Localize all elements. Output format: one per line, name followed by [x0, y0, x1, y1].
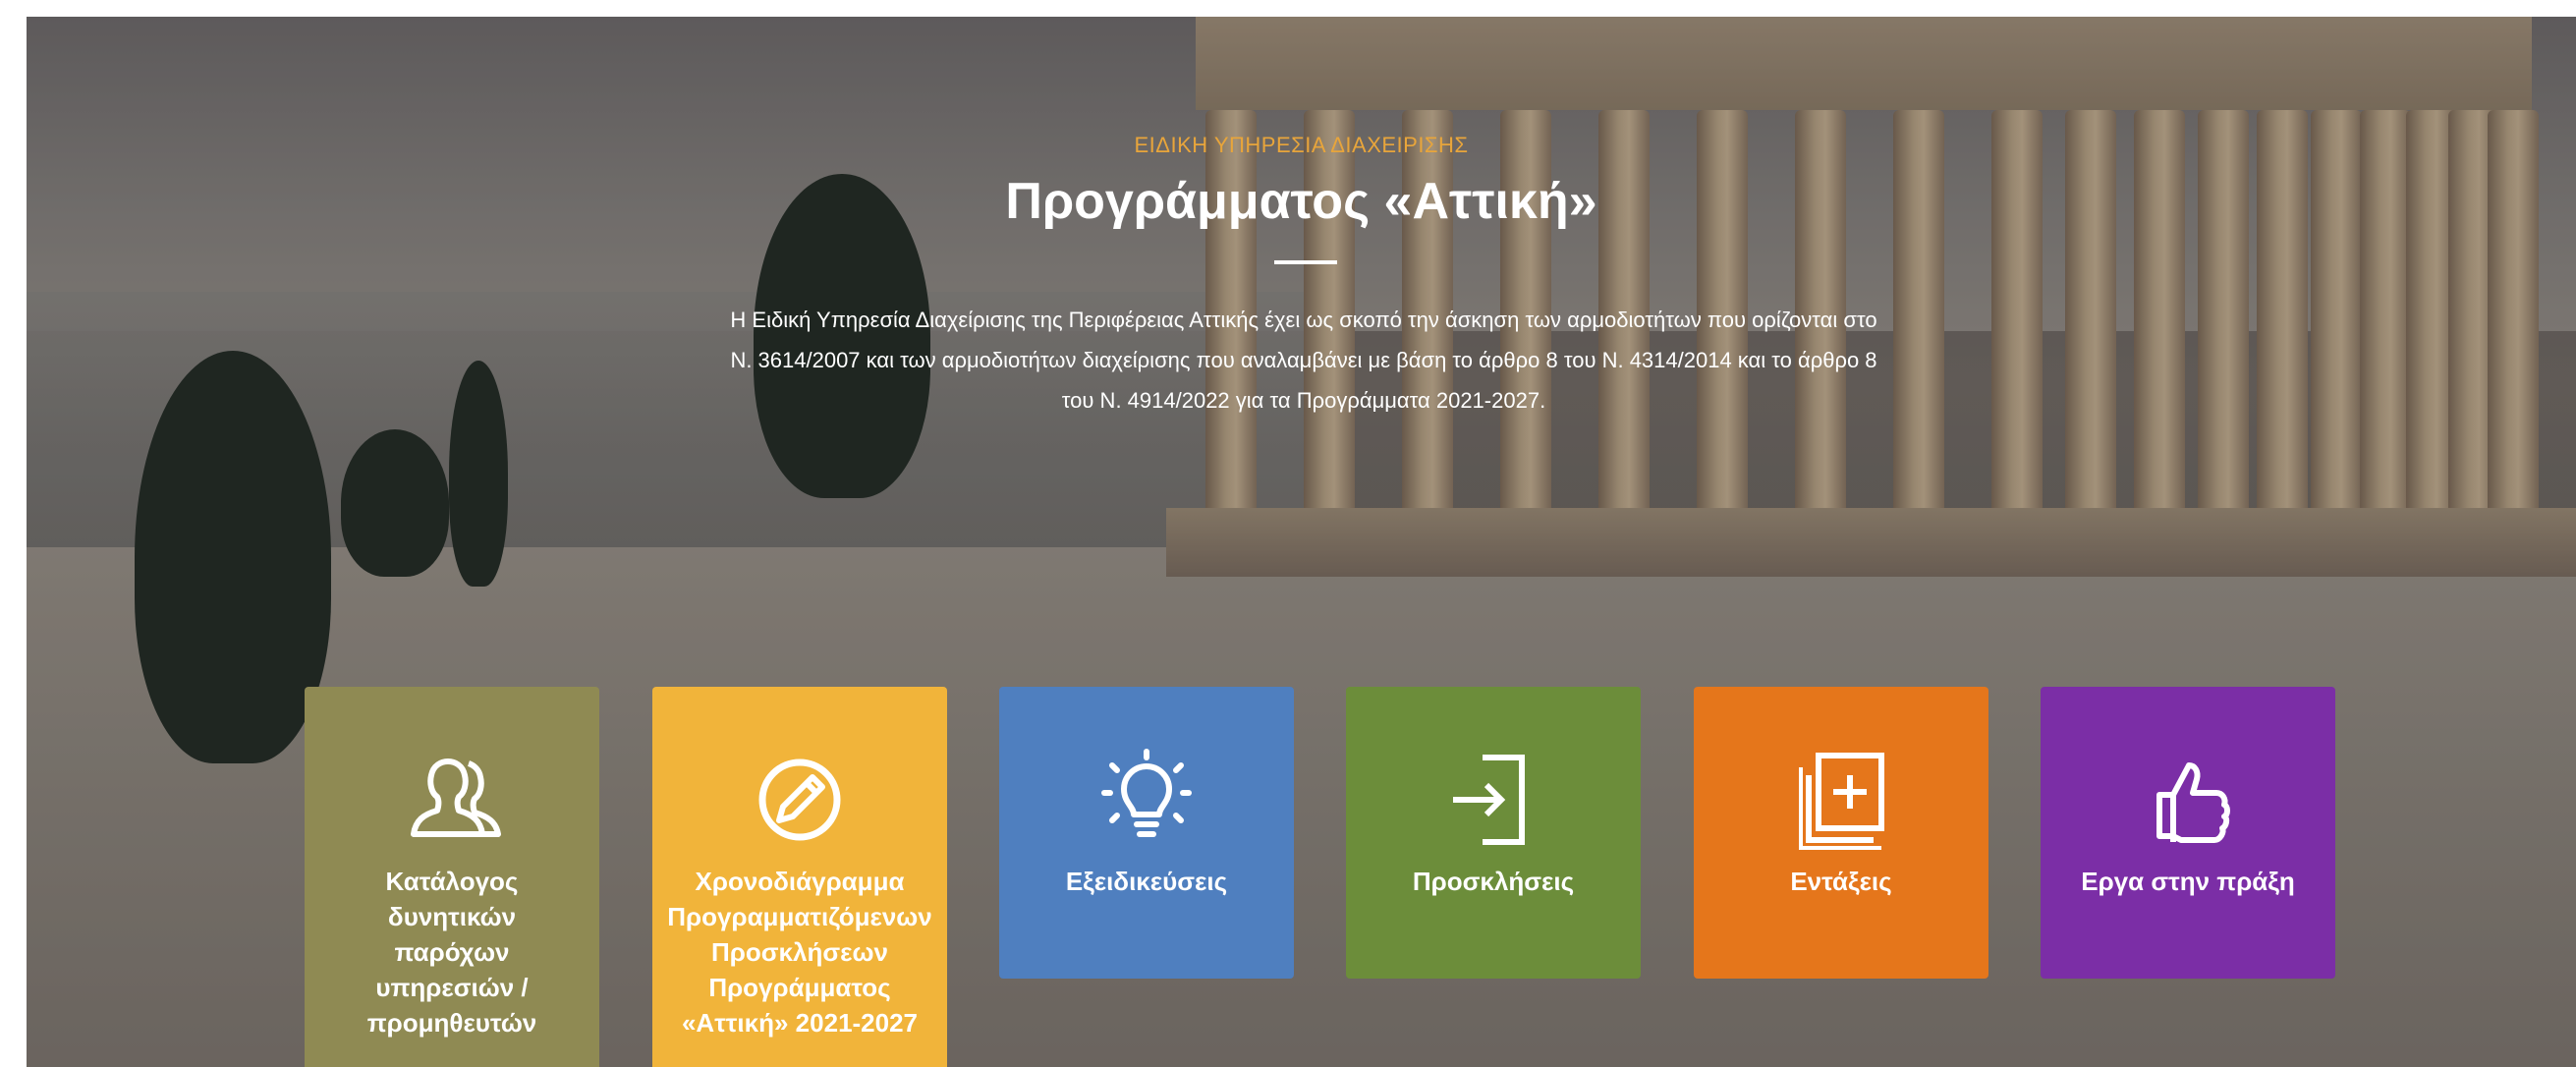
tile-label: Χρονοδιάγραμμα Προγραμματιζόμενων Προσκλ… [667, 867, 932, 1038]
lightbulb-icon [999, 746, 1294, 854]
users-icon [305, 746, 599, 854]
tile-label: Εργα στην πράξη [2081, 867, 2295, 896]
tile-label: Εντάξεις [1790, 867, 1892, 896]
tile-inclusions[interactable]: Εντάξεις [1694, 687, 1988, 979]
tile-projects-in-action[interactable]: Εργα στην πράξη [2041, 687, 2335, 979]
hero-section: ΕΙΔΙΚΗ ΥΠΗΡΕΣΙΑ ΔΙΑΧΕΙΡΙΣΗΣ Προγράμματος… [27, 17, 2576, 1067]
tile-label: Κατάλογος δυνητικών παρόχων υπηρεσιών / … [366, 867, 537, 1038]
thumbs-up-icon [2041, 746, 2335, 854]
add-copy-icon [1694, 746, 1988, 854]
quick-links: Κατάλογος δυνητικών παρόχων υπηρεσιών / … [27, 17, 2576, 1067]
tile-label: Εξειδικεύσεις [1065, 867, 1228, 896]
sign-in-icon [1346, 746, 1641, 854]
tile-calls-schedule[interactable]: Χρονοδιάγραμμα Προγραμματιζόμενων Προσκλ… [652, 687, 947, 1067]
tile-supplier-catalog[interactable]: Κατάλογος δυνητικών παρόχων υπηρεσιών / … [305, 687, 599, 1067]
tile-specializations[interactable]: Εξειδικεύσεις [999, 687, 1294, 979]
tile-label: Προσκλήσεις [1412, 867, 1575, 896]
tile-calls[interactable]: Προσκλήσεις [1346, 687, 1641, 979]
pencil-circle-icon [652, 746, 947, 854]
